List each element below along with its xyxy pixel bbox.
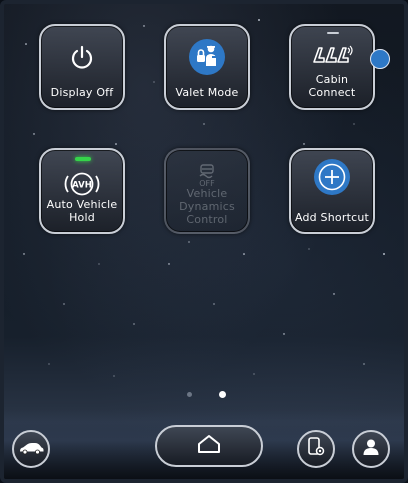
shortcut-valet-mode[interactable]: Valet Mode xyxy=(164,24,250,110)
phone-settings-button[interactable] xyxy=(297,430,335,468)
shortcut-add[interactable]: Add Shortcut xyxy=(289,148,375,234)
shortcut-auto-vehicle-hold[interactable]: AVH Auto Vehicle Hold xyxy=(39,148,125,234)
shortcut-label: Add Shortcut xyxy=(294,211,370,224)
home-icon xyxy=(196,434,222,458)
car-icon xyxy=(18,440,44,459)
phone-settings-icon xyxy=(306,436,326,462)
shortcut-label: Auto Vehicle Hold xyxy=(46,198,118,224)
valet-icon xyxy=(166,39,248,75)
vehicle-button[interactable] xyxy=(12,430,50,468)
shortcut-label: Vehicle Dynamics Control xyxy=(179,187,235,226)
page-indicator-1[interactable] xyxy=(187,392,192,397)
shortcut-label: Display Off xyxy=(50,86,114,99)
plus-icon xyxy=(291,159,373,195)
shortcut-cabin-connect[interactable]: Cabin Connect xyxy=(289,24,375,110)
cabin-connect-icon xyxy=(291,38,373,72)
status-indicator xyxy=(75,157,91,161)
drag-handle[interactable] xyxy=(370,49,390,69)
avh-icon: AVH xyxy=(41,167,123,201)
profile-button[interactable] xyxy=(352,430,390,468)
shortcut-vehicle-dynamics-control: OFF Vehicle Dynamics Control xyxy=(164,148,250,234)
profile-icon xyxy=(362,438,380,460)
home-button[interactable] xyxy=(155,425,263,467)
shortcut-label: Cabin Connect xyxy=(308,73,356,99)
handle-bar xyxy=(327,32,339,34)
page-indicator-2[interactable] xyxy=(219,391,226,398)
avh-icon-text: AVH xyxy=(72,181,92,191)
power-icon xyxy=(41,40,123,74)
shortcut-label: Valet Mode xyxy=(175,86,239,99)
shortcut-display-off[interactable]: Display Off xyxy=(39,24,125,110)
